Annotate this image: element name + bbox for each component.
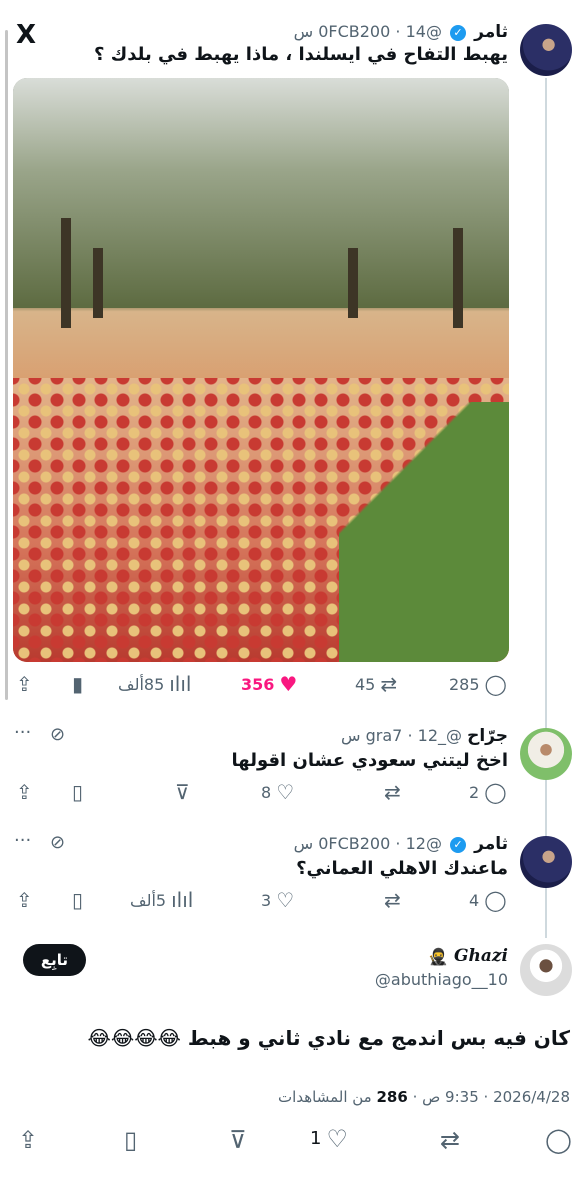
like-button[interactable]: ♥ 356 <box>241 674 297 694</box>
more-options-icon[interactable]: ··· <box>14 830 31 851</box>
tweet-text: ماعندك الاهلي العماني؟ <box>296 858 508 879</box>
heart-icon: ♡ <box>276 888 295 912</box>
heart-icon: ♥ <box>279 672 298 696</box>
reply-count: 2 <box>469 782 480 802</box>
tweet-clock[interactable]: 9:35 ص <box>422 1088 479 1106</box>
share-icon[interactable]: ⇪ <box>16 672 33 696</box>
reply-icon: ◯ <box>484 780 507 804</box>
retweet-button[interactable]: ⇄ <box>384 782 401 802</box>
bookmark-icon[interactable]: ▯ <box>72 780 83 804</box>
author-name[interactable]: ثامر <box>474 22 508 42</box>
share-icon[interactable]: ⇪ <box>16 780 33 804</box>
author-name-row: 🥷 Ghazi <box>428 946 508 966</box>
share-icon[interactable]: ⇪ <box>18 1126 38 1154</box>
like-count: 8 <box>261 782 272 802</box>
author-name[interactable]: Ghazi <box>454 946 508 966</box>
avatar[interactable] <box>520 24 572 76</box>
tweet-header: ثامر ✓ @0FCB200 · 14 س <box>294 22 508 42</box>
views-count: 85ألف <box>118 674 165 694</box>
share-icon[interactable]: ⇪ <box>16 888 33 912</box>
verified-icon: ✓ <box>450 836 467 853</box>
photo-tree <box>348 248 358 318</box>
reply-icon: ◯ <box>484 888 507 912</box>
like-button[interactable]: ♡ 3 <box>261 890 294 910</box>
reply-button[interactable]: ◯ 285 <box>449 674 507 694</box>
author-name[interactable]: جرّاح <box>467 726 508 746</box>
follow-button[interactable]: تابِع <box>23 944 86 976</box>
retweet-button[interactable]: ⇄ <box>384 890 401 910</box>
views-button[interactable]: ılıl 5ألف <box>130 890 193 910</box>
retweet-button[interactable]: ⇄ 45 <box>355 674 397 694</box>
like-count: 356 <box>241 674 275 694</box>
retweet-icon: ⇄ <box>380 672 398 696</box>
like-button[interactable]: ♡ 1 <box>310 1124 348 1153</box>
tweet-text: اخخ ليتني سعودي عشان اقولها <box>231 750 508 771</box>
dot-separator: · <box>407 726 413 745</box>
reply-count: 4 <box>469 890 480 910</box>
views-button[interactable]: ılıl 85ألف <box>118 674 191 694</box>
like-button[interactable]: ♡ 8 <box>261 782 294 802</box>
tweet-header: ثامر ✓ @0FCB200 · 12 س <box>294 834 508 854</box>
bookmark-icon[interactable]: ▮ <box>72 672 83 696</box>
views-count: 5ألف <box>130 890 167 910</box>
ninja-emoji-icon: 🥷 <box>428 946 448 966</box>
dot-separator: · <box>483 1088 489 1106</box>
like-count: 3 <box>261 890 272 910</box>
dot-separator: · <box>395 834 401 853</box>
dislike-icon[interactable]: ⊽ <box>229 1126 247 1154</box>
avatar[interactable] <box>520 836 572 888</box>
author-name[interactable]: ثامر <box>474 834 508 854</box>
more-options-icon[interactable]: ··· <box>14 722 31 743</box>
tweet-meta: 2026/4/28 · 9:35 ص · 286 من المشاهدات <box>278 1088 570 1106</box>
views-label: من المشاهدات <box>278 1088 372 1106</box>
like-count: 1 <box>310 1128 322 1149</box>
grok-icon[interactable]: ⊘ <box>50 832 65 853</box>
views-icon: ılıl <box>171 888 194 912</box>
bookmark-icon[interactable]: ▯ <box>72 888 83 912</box>
reply-icon[interactable]: ◯ <box>545 1126 572 1154</box>
heart-icon: ♡ <box>326 1124 348 1153</box>
photo-tree <box>93 248 103 318</box>
dot-separator: · <box>412 1088 418 1106</box>
retweet-icon: ⇄ <box>384 780 401 804</box>
heart-icon: ♡ <box>276 780 295 804</box>
thread-line <box>545 78 547 938</box>
retweet-count: 45 <box>355 674 376 694</box>
photo-tree <box>61 218 71 328</box>
reply-count: 285 <box>449 674 480 694</box>
avatar[interactable] <box>520 944 572 996</box>
tweet-date[interactable]: 2026/4/28 <box>493 1088 570 1106</box>
scrollbar[interactable] <box>5 30 8 700</box>
views-icon: ılıl <box>169 672 192 696</box>
avatar[interactable] <box>520 728 572 780</box>
views-count: 286 <box>376 1088 408 1106</box>
reply-icon: ◯ <box>484 672 507 696</box>
photo-sky <box>13 78 509 308</box>
bookmark-icon[interactable]: ▯ <box>124 1126 137 1154</box>
photo-grass <box>339 402 509 662</box>
reply-button[interactable]: ◯ 2 <box>469 782 507 802</box>
x-logo-icon[interactable]: X <box>16 20 36 50</box>
grok-icon[interactable]: ⊘ <box>50 724 65 745</box>
reply-button[interactable]: ◯ 4 <box>469 890 507 910</box>
dot-separator: · <box>395 22 401 41</box>
retweet-icon[interactable]: ⇄ <box>440 1126 460 1154</box>
author-handle[interactable]: @_gra7 <box>366 726 462 745</box>
photo-tree <box>453 228 463 328</box>
tweet-text: يهبط التفاح في ايسلندا ، ماذا يهبط في بل… <box>94 44 508 65</box>
tweet-image[interactable] <box>13 78 509 662</box>
retweet-icon: ⇄ <box>384 888 401 912</box>
author-handle[interactable]: @abuthiago__10 <box>375 970 508 989</box>
verified-icon: ✓ <box>450 24 467 41</box>
tweet-text: كان فيه بس اندمج مع نادي ثاني و هبط 😂😂😂😂 <box>87 1026 570 1050</box>
tweet-header: جرّاح @_gra7 · 12 س <box>341 726 508 746</box>
dislike-icon[interactable]: ⊽ <box>175 780 190 804</box>
